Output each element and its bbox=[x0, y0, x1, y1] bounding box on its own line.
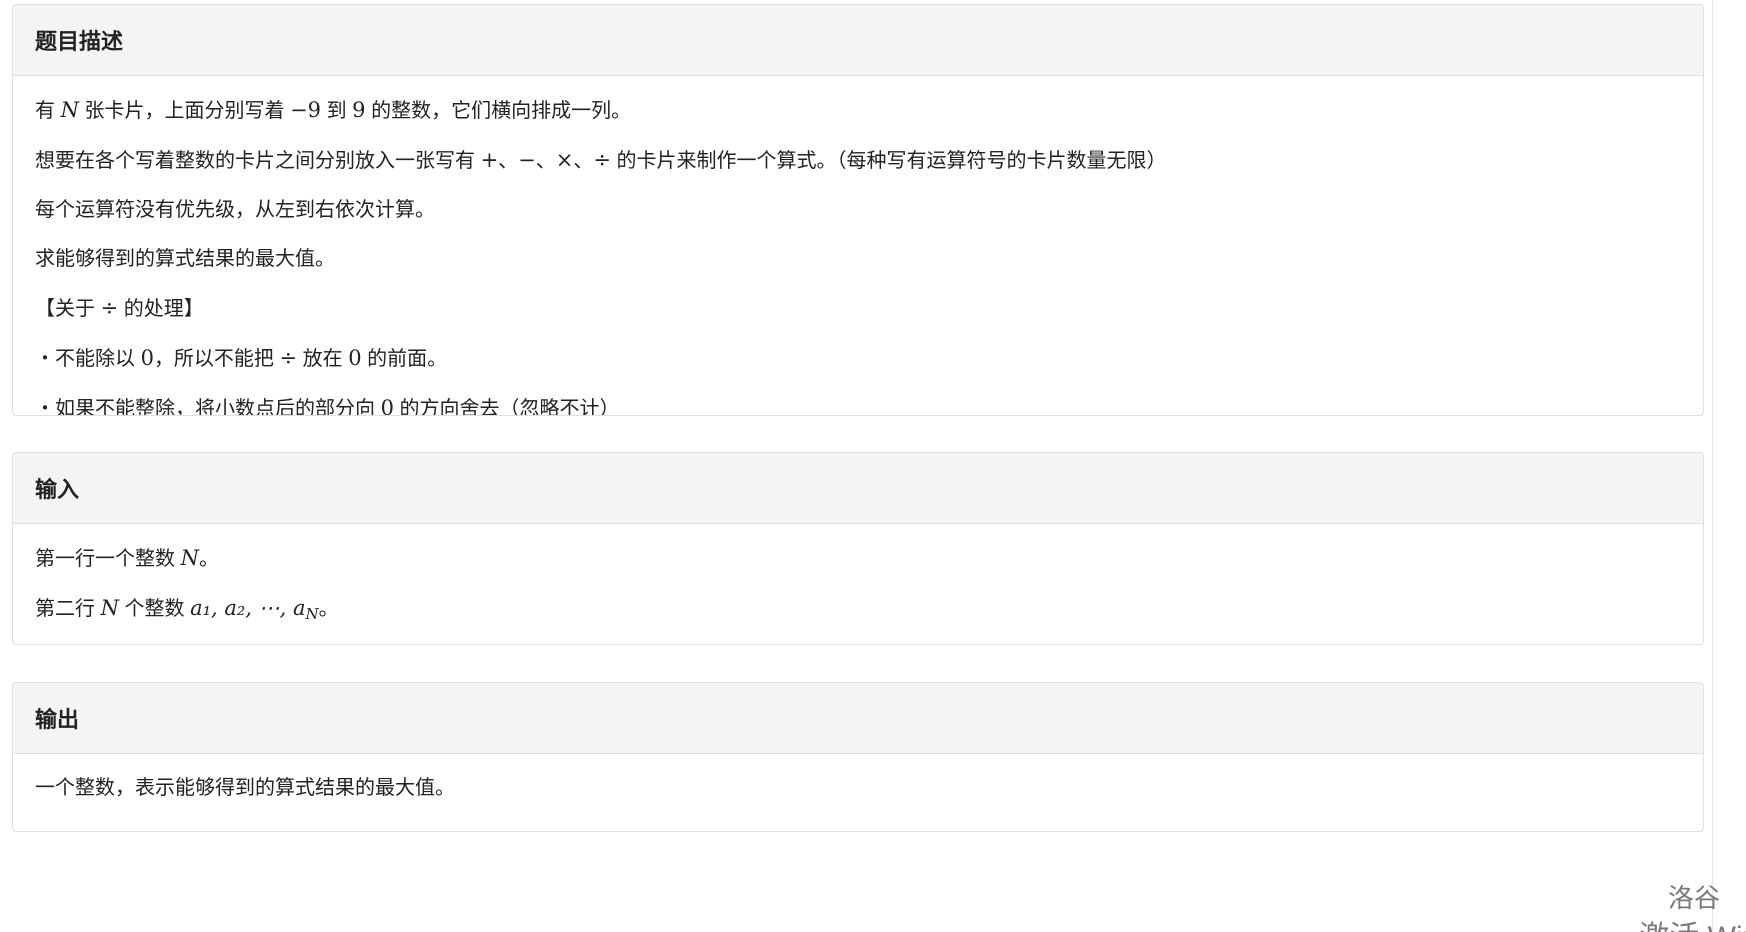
math-expression: 0 bbox=[380, 396, 394, 416]
math-expression: a₁, a₂, ⋯, a bbox=[190, 596, 306, 620]
output-body: 一个整数，表示能够得到的算式结果的最大值。 bbox=[13, 754, 1703, 802]
description-header: 题目描述 bbox=[13, 5, 1703, 76]
problem-page: 题目描述 有 N 张卡片，上面分别写着 −9 到 9 的整数，它们横向排成一列。… bbox=[0, 0, 1746, 932]
text-run: ，所以不能把 bbox=[153, 348, 280, 370]
text-run: 。 bbox=[318, 598, 339, 620]
text-run: 、 bbox=[498, 150, 519, 172]
paragraph: 一个整数，表示能够得到的算式结果的最大值。 bbox=[35, 774, 1681, 802]
input-body: 第一行一个整数 N。 第二行 N 个整数 a₁, a₂, ⋯, aN。 bbox=[13, 524, 1703, 628]
math-expression: 9 bbox=[352, 98, 366, 122]
description-body: 有 N 张卡片，上面分别写着 −9 到 9 的整数，它们横向排成一列。 想要在各个… bbox=[13, 76, 1703, 416]
text-run: 、 bbox=[535, 150, 556, 172]
text-run: ・如果不能整除，将小数点后的部分向 bbox=[35, 398, 381, 416]
input-card: 输入 第一行一个整数 N。 第二行 N 个整数 a₁, a₂, ⋯, aN。 bbox=[12, 452, 1704, 645]
math-expression: N bbox=[100, 596, 119, 620]
output-card: 输出 一个整数，表示能够得到的算式结果的最大值。 bbox=[12, 682, 1704, 832]
paragraph: 【关于 ÷ 的处理】 bbox=[35, 294, 1681, 323]
math-expression: ÷ bbox=[100, 296, 119, 320]
math-expression: N bbox=[305, 605, 319, 623]
text-run: 放在 bbox=[297, 348, 349, 370]
text-run: 求能够得到的算式结果的最大值。 bbox=[35, 248, 335, 270]
text-run: 的整数，它们横向排成一列。 bbox=[365, 100, 632, 122]
paragraph: ・如果不能整除，将小数点后的部分向 0 的方向舍去（忽略不计） bbox=[35, 394, 1681, 416]
paragraph: 想要在各个写着整数的卡片之间分别放入一张写有 +、−、×、÷ 的卡片来制作一个算… bbox=[35, 146, 1681, 175]
math-expression: ÷ bbox=[279, 346, 298, 370]
text-run: 、 bbox=[573, 150, 594, 172]
text-run: 个整数 bbox=[118, 598, 191, 620]
math-expression: N bbox=[180, 546, 199, 570]
description-card: 题目描述 有 N 张卡片，上面分别写着 −9 到 9 的整数，它们横向排成一列。… bbox=[12, 4, 1704, 416]
text-run: 第二行 bbox=[35, 598, 101, 620]
text-run: 一个整数，表示能够得到的算式结果的最大值。 bbox=[35, 777, 455, 799]
text-run: 想要在各个写着整数的卡片之间分别放入一张写有 bbox=[35, 150, 481, 172]
text-run: 的方向舍去（忽略不计） bbox=[393, 398, 620, 416]
paragraph: 第一行一个整数 N。 bbox=[35, 544, 1681, 573]
text-run: 张卡片，上面分别写着 bbox=[78, 100, 291, 122]
math-expression: ÷ bbox=[593, 148, 611, 172]
text-run: 每个运算符没有优先级，从左到右依次计算。 bbox=[35, 199, 435, 221]
math-expression: N bbox=[60, 98, 79, 122]
math-expression: −9 bbox=[290, 98, 322, 122]
math-expression: 0 bbox=[348, 346, 362, 370]
output-header: 输出 bbox=[13, 683, 1703, 754]
paragraph: 每个运算符没有优先级，从左到右依次计算。 bbox=[35, 196, 1681, 224]
paragraph: 求能够得到的算式结果的最大值。 bbox=[35, 245, 1681, 273]
text-run: 到 bbox=[321, 100, 353, 122]
paragraph: 有 N 张卡片，上面分别写着 −9 到 9 的整数，它们横向排成一列。 bbox=[35, 96, 1681, 125]
math-expression: + bbox=[480, 148, 499, 172]
scrollbar-divider bbox=[1712, 0, 1713, 932]
activation-watermark: 激活 Wind bbox=[1639, 912, 1746, 932]
paragraph: ・不能除以 0，所以不能把 ÷ 放在 0 的前面。 bbox=[35, 344, 1681, 373]
text-run: 【关于 bbox=[35, 298, 101, 320]
math-expression: − bbox=[518, 148, 536, 172]
text-run: 的前面。 bbox=[361, 348, 448, 370]
text-run: 有 bbox=[35, 100, 61, 122]
paragraph: 第二行 N 个整数 a₁, a₂, ⋯, aN。 bbox=[35, 594, 1681, 628]
math-expression: × bbox=[555, 148, 574, 172]
watermark-text: 洛谷 bbox=[1667, 883, 1720, 913]
text-run: 的处理】 bbox=[118, 298, 204, 320]
math-expression: 0 bbox=[140, 346, 154, 370]
text-run: 的卡片来制作一个算式。（每种写有运算符号的卡片数量无限） bbox=[611, 150, 1167, 172]
input-header: 输入 bbox=[13, 453, 1703, 524]
text-run: 第一行一个整数 bbox=[35, 548, 181, 570]
text-run: 。 bbox=[198, 548, 219, 570]
text-run: ・不能除以 bbox=[35, 348, 141, 370]
